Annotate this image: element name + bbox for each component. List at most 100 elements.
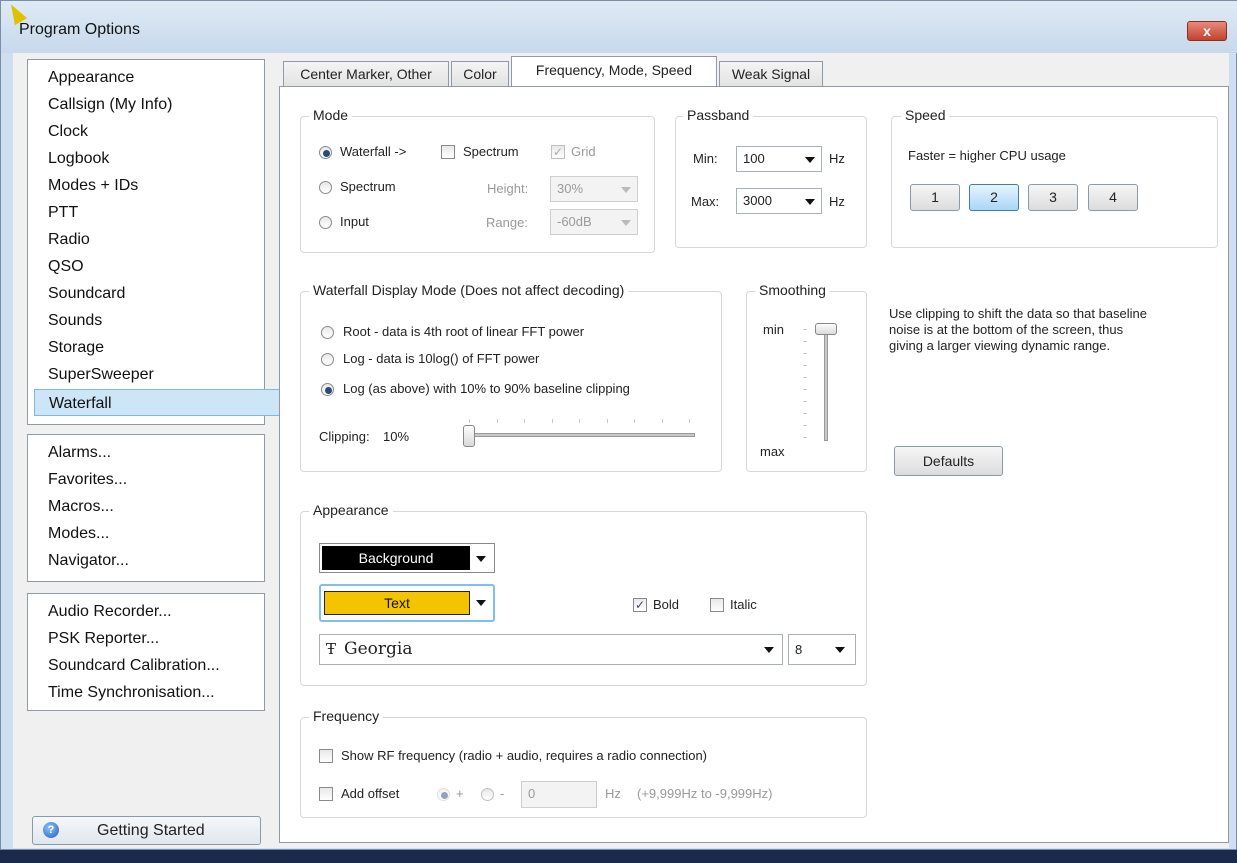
- tools-list: Alarms... Favorites... Macros... Modes..…: [27, 434, 265, 582]
- speed-2-button[interactable]: 2: [969, 184, 1019, 211]
- smoothing-max-label: max: [760, 444, 785, 459]
- sidebar-item-time-sync[interactable]: Time Synchronisation...: [48, 679, 215, 706]
- font-name-select[interactable]: Ŧ Georgia: [319, 634, 783, 665]
- getting-started-label: Getting Started: [97, 822, 205, 839]
- background-color-dropdown[interactable]: Background: [319, 543, 495, 573]
- min-value: 100: [743, 151, 765, 166]
- appearance-title: Appearance: [309, 502, 393, 518]
- sidebar-item-soundcard-calibration[interactable]: Soundcard Calibration...: [48, 652, 220, 679]
- smoothing-slider-track[interactable]: [824, 323, 828, 441]
- slider-tick: [803, 401, 807, 402]
- waterfall-radio[interactable]: [319, 146, 332, 159]
- chevron-down-icon: [805, 199, 815, 205]
- sidebar-item-clock[interactable]: Clock: [48, 118, 88, 145]
- clipping-slider-thumb[interactable]: [463, 425, 475, 447]
- slider-tick: [803, 425, 807, 426]
- sidebar-item-alarms[interactable]: Alarms...: [48, 439, 111, 466]
- speed-group: [891, 116, 1218, 248]
- sidebar-item-logbook[interactable]: Logbook: [48, 145, 109, 172]
- height-select[interactable]: 30%: [550, 176, 638, 202]
- tab-center-marker[interactable]: Center Marker, Other: [283, 61, 449, 87]
- sidebar-item-waterfall[interactable]: Waterfall: [34, 389, 282, 416]
- font-size-select[interactable]: 8: [788, 634, 856, 665]
- sidebar-item-modes-ids[interactable]: Modes + IDs: [48, 172, 138, 199]
- root-radio[interactable]: [321, 326, 334, 339]
- help-icon: ?: [43, 822, 59, 838]
- slider-tick: [803, 377, 807, 378]
- chevron-down-icon: [621, 187, 631, 193]
- sidebar-item-ptt[interactable]: PTT: [48, 199, 78, 226]
- min-select[interactable]: 100: [736, 146, 822, 172]
- sidebar-item-qso[interactable]: QSO: [48, 253, 84, 280]
- offset-minus-label: -: [500, 786, 505, 801]
- sidebar-item-macros[interactable]: Macros...: [48, 493, 114, 520]
- spectrum-radio[interactable]: [319, 181, 332, 194]
- slider-tick: [803, 365, 807, 366]
- log-radio[interactable]: [321, 353, 334, 366]
- speed-note: Faster = higher CPU usage: [908, 148, 1066, 163]
- sidebar-item-navigator[interactable]: Navigator...: [48, 547, 129, 574]
- clipping-help-text: Use clipping to shift the data so that b…: [889, 306, 1147, 353]
- root-radio-label: Root - data is 4th root of linear FFT po…: [343, 324, 585, 339]
- clipping-label: Clipping:: [319, 429, 370, 444]
- getting-started-button[interactable]: ? Getting Started: [32, 816, 261, 845]
- range-select[interactable]: -60dB: [550, 209, 638, 235]
- speed-4-button[interactable]: 4: [1088, 184, 1138, 211]
- sidebar-item-supersweeper[interactable]: SuperSweeper: [48, 361, 154, 388]
- offset-input[interactable]: 0: [521, 781, 597, 808]
- add-offset-checkbox[interactable]: [319, 787, 333, 801]
- sidebar-item-storage[interactable]: Storage: [48, 334, 104, 361]
- tab-frequency-mode-speed[interactable]: Frequency, Mode, Speed: [511, 56, 717, 88]
- chevron-down-icon: [476, 556, 486, 562]
- sidebar-item-psk-reporter[interactable]: PSK Reporter...: [48, 625, 159, 652]
- log-clipping-radio-label: Log (as above) with 10% to 90% baseline …: [343, 381, 630, 396]
- tab-color[interactable]: Color: [451, 61, 509, 87]
- title-bar[interactable]: Program Options x: [1, 0, 1237, 53]
- offset-plus-label: +: [456, 786, 464, 801]
- slider-tick: [524, 419, 525, 423]
- offset-minus-radio[interactable]: [481, 788, 494, 801]
- sidebar-item-favorites[interactable]: Favorites...: [48, 466, 127, 493]
- font-name-value: Georgia: [344, 639, 413, 659]
- log-radio-label: Log - data is 10log() of FFT power: [343, 351, 540, 366]
- sidebar-item-radio[interactable]: Radio: [48, 226, 90, 253]
- waterfall-display-title: Waterfall Display Mode (Does not affect …: [309, 282, 629, 298]
- add-offset-label: Add offset: [341, 786, 400, 801]
- range-label: Range:: [486, 215, 528, 230]
- min-label: Min:: [693, 151, 718, 166]
- tab-weak-signal[interactable]: Weak Signal: [719, 61, 823, 87]
- bold-checkbox[interactable]: ✓: [633, 598, 647, 612]
- speed-group-title: Speed: [901, 107, 950, 123]
- slider-tick: [606, 419, 608, 423]
- show-rf-label: Show RF frequency (radio + audio, requir…: [341, 748, 708, 763]
- close-button[interactable]: x: [1187, 21, 1227, 41]
- clipping-slider-track[interactable]: [463, 433, 695, 437]
- text-color-dropdown[interactable]: Text: [319, 584, 495, 622]
- speed-3-button[interactable]: 3: [1028, 184, 1078, 211]
- spectrum-checkbox[interactable]: [441, 145, 455, 159]
- grid-checkbox[interactable]: ✓: [551, 145, 565, 159]
- smoothing-title: Smoothing: [755, 282, 830, 298]
- speed-1-button[interactable]: 1: [910, 184, 960, 211]
- slider-tick: [551, 419, 553, 423]
- log-clipping-radio[interactable]: [321, 383, 334, 396]
- offset-plus-radio[interactable]: [437, 788, 450, 801]
- category-list: Appearance Callsign (My Info) Clock Logb…: [27, 59, 282, 425]
- mode-group-title: Mode: [309, 107, 353, 123]
- max-select[interactable]: 3000: [736, 188, 822, 214]
- program-options-window: Program Options x Appearance Callsign (M…: [0, 0, 1237, 850]
- sidebar-item-soundcard[interactable]: Soundcard: [48, 280, 125, 307]
- min-unit: Hz: [829, 151, 845, 166]
- defaults-button[interactable]: Defaults: [894, 446, 1003, 476]
- sidebar-item-audio-recorder[interactable]: Audio Recorder...: [48, 598, 172, 625]
- sidebar-item-appearance[interactable]: Appearance: [48, 64, 134, 91]
- sidebar-item-sounds[interactable]: Sounds: [48, 307, 102, 334]
- sidebar-item-callsign[interactable]: Callsign (My Info): [48, 91, 172, 118]
- input-radio[interactable]: [319, 216, 332, 229]
- sidebar-item-modes[interactable]: Modes...: [48, 520, 109, 547]
- slider-tick: [579, 419, 580, 423]
- show-rf-checkbox[interactable]: [319, 749, 333, 763]
- italic-checkbox[interactable]: [710, 598, 724, 612]
- range-value: -60dB: [557, 214, 592, 229]
- smoothing-slider-thumb[interactable]: [815, 323, 837, 335]
